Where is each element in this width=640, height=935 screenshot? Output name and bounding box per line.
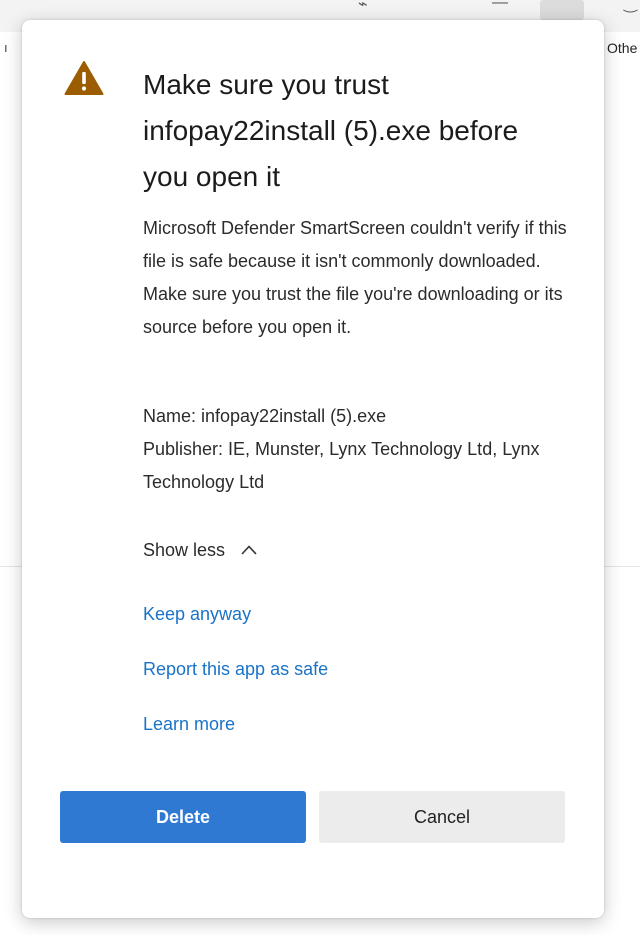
downloads-button[interactable] bbox=[540, 0, 584, 20]
toolbar-icon[interactable]: ‿ bbox=[624, 0, 637, 14]
file-details: Name: infopay22install (5).exe Publisher… bbox=[143, 400, 573, 499]
toolbar-icon[interactable]: ˇ bbox=[425, 0, 430, 12]
delete-button[interactable]: Delete bbox=[60, 791, 306, 843]
browser-window: ⌁ ˇ — ‿ ı Othe Make sure you trust infop… bbox=[0, 0, 640, 935]
file-publisher: Publisher: IE, Munster, Lynx Technology … bbox=[143, 439, 540, 492]
show-less-toggle[interactable]: Show less bbox=[143, 536, 259, 564]
dialog-description: Microsoft Defender SmartScreen couldn't … bbox=[143, 218, 567, 337]
show-less-label: Show less bbox=[143, 539, 226, 560]
learn-more-link[interactable]: Learn more bbox=[143, 714, 235, 735]
dialog-title: Make sure you trust infopay22install (5)… bbox=[143, 69, 519, 192]
report-app-safe-link[interactable]: Report this app as safe bbox=[143, 659, 328, 680]
chevron-up-icon bbox=[241, 545, 257, 555]
keep-anyway-link[interactable]: Keep anyway bbox=[143, 604, 251, 625]
toolbar-icon[interactable]: ⌁ bbox=[358, 0, 368, 14]
other-favorites-item[interactable]: Othe bbox=[607, 40, 637, 56]
toolbar-icon[interactable]: — bbox=[492, 0, 508, 12]
file-name: Name: infopay22install (5).exe bbox=[143, 406, 387, 426]
smartscreen-warning-dialog: Make sure you trust infopay22install (5)… bbox=[22, 20, 604, 918]
cancel-button[interactable]: Cancel bbox=[319, 791, 565, 843]
favorite-item-fragment[interactable]: ı bbox=[4, 40, 8, 55]
warning-triangle-icon bbox=[64, 61, 104, 95]
